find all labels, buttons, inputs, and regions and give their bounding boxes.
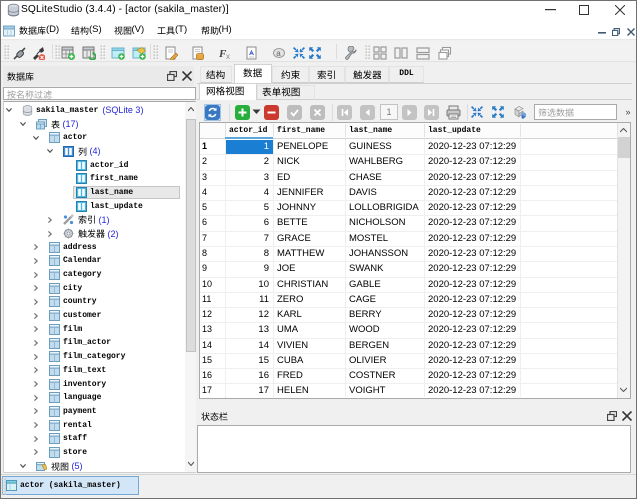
svg-text:x: x	[226, 52, 230, 60]
svg-text:a: a	[276, 49, 281, 58]
